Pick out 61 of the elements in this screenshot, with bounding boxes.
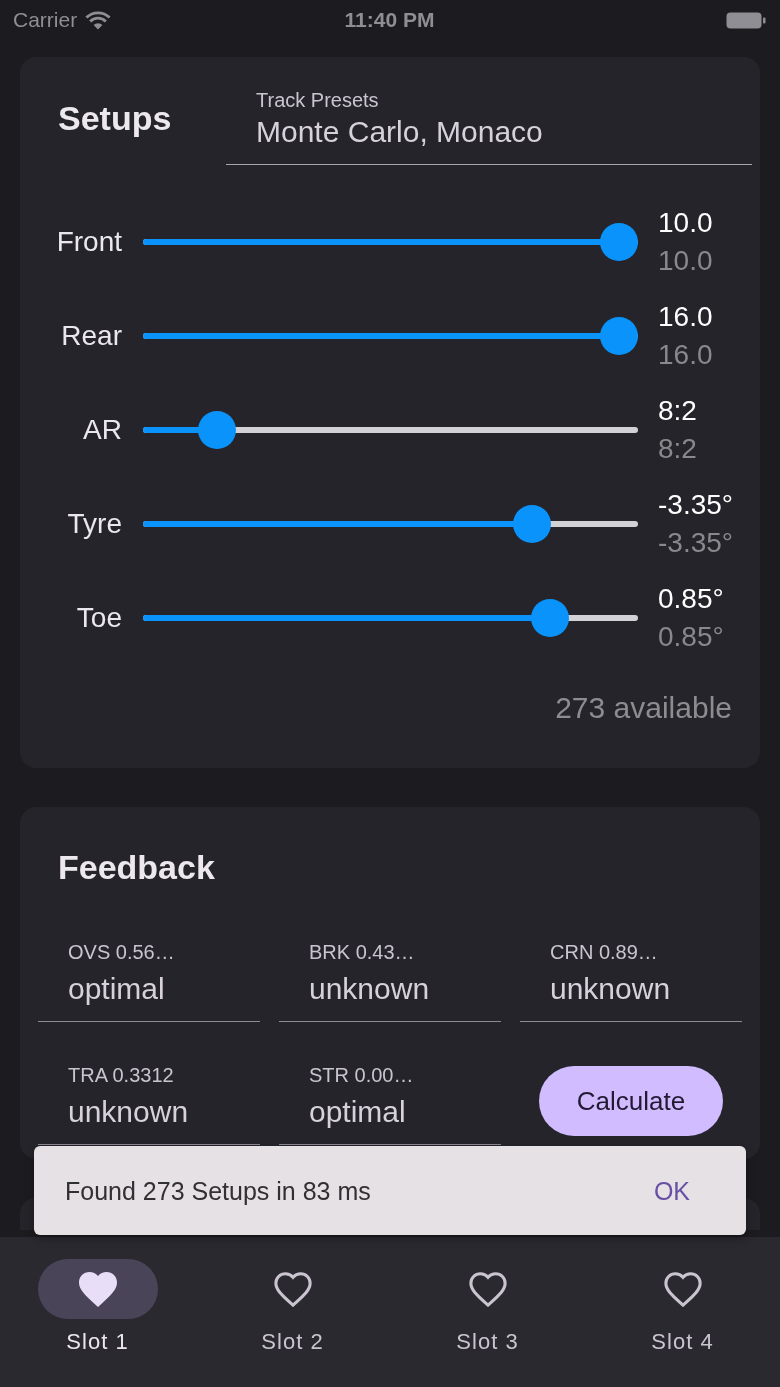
slot-tab[interactable]: Slot 1: [0, 1237, 195, 1387]
slider-value: 8:2: [658, 394, 697, 428]
field-label: BRK 0.43…: [309, 940, 416, 965]
calculate-button[interactable]: Calculate: [539, 1066, 723, 1136]
slider-thumb[interactable]: [600, 317, 638, 355]
field-value: unknown: [309, 971, 431, 1007]
slider[interactable]: [143, 505, 638, 543]
reference-value: 8:2: [658, 432, 697, 466]
reference-value: -3.35°: [658, 526, 734, 560]
slider-label: Front: [55, 225, 122, 259]
field-value: Monte Carlo, Monaco: [256, 114, 544, 150]
slider[interactable]: [143, 599, 638, 637]
field-label: TRA 0.3312: [68, 1063, 175, 1088]
slider-thumb[interactable]: [531, 599, 570, 637]
slot-tab[interactable]: Slot 2: [195, 1237, 390, 1387]
reference-value: 10.0: [658, 244, 713, 278]
reference-value: 16.0: [658, 338, 713, 372]
carrier-label: Carrier: [13, 7, 78, 33]
slider[interactable]: [143, 223, 638, 261]
available-count: 273 available: [555, 690, 732, 726]
slider-label: AR: [82, 413, 122, 447]
field-label: STR 0.00…: [309, 1063, 415, 1088]
field-value: unknown: [550, 971, 672, 1007]
slot-tab[interactable]: Slot 4: [585, 1237, 780, 1387]
field-value: unknown: [68, 1094, 190, 1130]
field-value: optimal: [309, 1094, 407, 1130]
heart-outline-icon: [468, 1271, 507, 1307]
ok-button[interactable]: OK: [641, 1167, 702, 1214]
feedback-field[interactable]: TRA 0.3312 unknown: [38, 1054, 260, 1145]
slider-label: Rear: [60, 319, 122, 353]
track-preset-field[interactable]: Track Presets Monte Carlo, Monaco: [226, 79, 752, 165]
feedback-title: Feedback: [57, 847, 216, 887]
slider-label: Toe: [75, 601, 122, 635]
slider-value: 0.85°: [658, 582, 724, 616]
slot-tab[interactable]: Slot 3: [390, 1237, 585, 1387]
feedback-field[interactable]: OVS 0.56… optimal: [38, 931, 260, 1022]
slider-thumb[interactable]: [197, 411, 236, 449]
feedback-field[interactable]: BRK 0.43… unknown: [279, 931, 501, 1022]
slider-thumb[interactable]: [513, 505, 552, 543]
reference-value: 0.85°: [658, 620, 724, 654]
field-label: Track Presets: [256, 88, 380, 113]
slider-value: 16.0: [658, 300, 713, 334]
heart-outline-icon: [273, 1271, 312, 1307]
field-label: OVS 0.56…: [68, 940, 176, 965]
feedback-field[interactable]: CRN 0.89… unknown: [520, 931, 742, 1022]
slider-label: Tyre: [66, 507, 122, 541]
field-value: optimal: [68, 971, 166, 1007]
wifi-icon: [85, 10, 112, 30]
field-label: CRN 0.89…: [550, 940, 659, 965]
heart-icon: [78, 1271, 117, 1307]
status-time: 11:40 PM: [344, 7, 435, 33]
feedback-field[interactable]: STR 0.00… optimal: [279, 1054, 501, 1145]
slider-thumb[interactable]: [600, 223, 638, 261]
slider[interactable]: [143, 411, 638, 449]
slider-value: -3.35°: [658, 488, 734, 522]
slider[interactable]: [143, 317, 638, 355]
battery-icon: [726, 11, 766, 29]
setups-title: Setups: [57, 98, 173, 138]
snackbar-message: Found 273 Setups in 83 ms: [65, 1175, 371, 1206]
slider-value: 10.0: [658, 206, 713, 240]
heart-outline-icon: [663, 1271, 702, 1307]
